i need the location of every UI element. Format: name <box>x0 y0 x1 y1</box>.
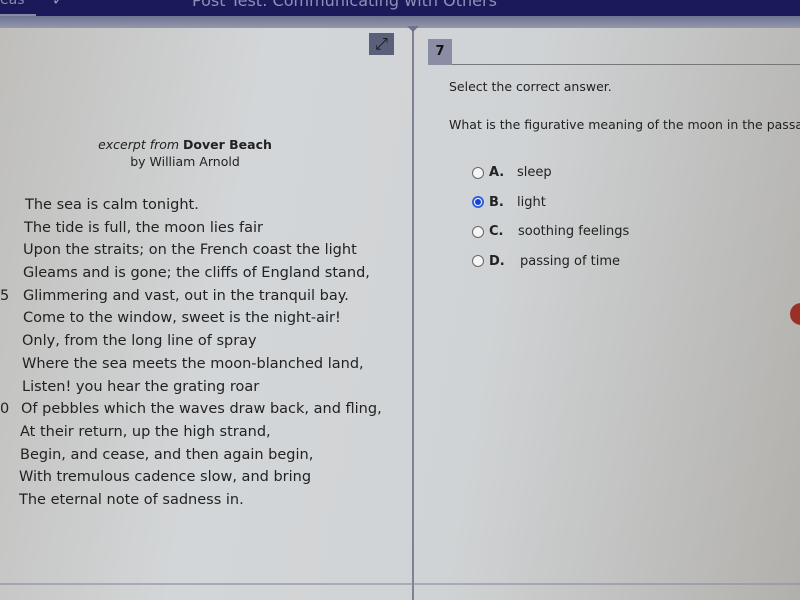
option-text: light <box>517 194 546 210</box>
poem-line-text: Listen! you hear the grating roar <box>22 378 260 395</box>
poem-line-text: At their return, up the high strand, <box>20 423 271 440</box>
question-prompt: What is the figurative meaning of the mo… <box>449 117 800 132</box>
sub-header-bar <box>0 16 800 28</box>
poem-line-text: With tremulous cadence slow, and bring <box>19 469 312 486</box>
poem-line: With tremulous cadence slow, and bring <box>0 469 380 492</box>
poem-line-text: Glimmering and vast, out in the tranquil… <box>23 287 349 304</box>
option-letter: B. <box>489 194 504 210</box>
radio-unselected-icon[interactable] <box>472 255 484 268</box>
poem-line: Where the sea meets the moon-blanched la… <box>0 356 380 379</box>
poem-line-text: Begin, and cease, and then again begin, <box>20 446 314 463</box>
answer-option-a[interactable]: A. sleep <box>472 158 629 188</box>
back-link[interactable]: eas <box>0 0 25 8</box>
answer-option-b[interactable]: B. light <box>472 188 629 218</box>
poem-line-text: The eternal note of sadness in. <box>19 491 244 508</box>
pane-divider[interactable] <box>412 28 414 600</box>
checkmark-icon[interactable]: ✓ <box>52 0 65 9</box>
answer-option-c[interactable]: C. soothing feelings <box>472 217 629 247</box>
radio-unselected-icon[interactable] <box>472 225 484 238</box>
poem-line: The eternal note of sadness in. <box>0 492 380 515</box>
option-letter: A. <box>489 165 505 181</box>
top-navigation-bar: eas ✓ Post Test: Communicating with Othe… <box>0 0 800 16</box>
poem-passage: The sea is calm tonight. The tide is full… <box>0 197 382 515</box>
question-header-rule <box>452 64 800 65</box>
radio-unselected-icon[interactable] <box>472 166 484 179</box>
poem-line: At their return, up the high strand, <box>0 424 380 447</box>
radio-selected-icon[interactable] <box>472 196 484 209</box>
poem-line: Listen! you hear the grating roar <box>0 379 380 402</box>
poem-line-text: Where the sea meets the moon-blanched la… <box>22 355 364 372</box>
passage-byline: by William Arnold <box>130 154 240 169</box>
page-title: Post Test: Communicating with Others <box>192 0 497 10</box>
option-text: sleep <box>517 165 552 181</box>
poem-line-text: Of pebbles which the waves draw back, an… <box>21 401 382 418</box>
poem-line: Gleams and is gone; the cliffs of Englan… <box>0 265 380 288</box>
poem-line: Only, from the long line of spray <box>0 333 380 356</box>
poem-line: The sea is calm tonight. <box>0 197 380 220</box>
poem-line-text: Gleams and is gone; the cliffs of Englan… <box>23 265 370 282</box>
poem-line-text: Upon the straits; on the French coast th… <box>23 242 357 259</box>
poem-line: The tide is full, the moon lies fair <box>0 220 380 243</box>
poem-line: Begin, and cease, and then again begin, <box>0 447 380 470</box>
answer-option-d[interactable]: D. passing of time <box>472 247 629 277</box>
line-number: 0 <box>0 401 10 418</box>
expand-passage-button[interactable]: ⤢ <box>369 33 394 55</box>
option-letter: D. <box>489 253 505 269</box>
option-text: soothing feelings <box>518 224 630 240</box>
divider-notch <box>407 26 419 32</box>
poem-line-text: The sea is calm tonight. <box>25 197 199 213</box>
poem-line-text: The tide is full, the moon lies fair <box>24 219 263 236</box>
poem-line: 5 Glimmering and vast, out in the tranqui… <box>0 288 380 311</box>
poem-line-text: Only, from the long line of spray <box>22 333 257 350</box>
expand-arrows-icon: ⤢ <box>375 34 388 53</box>
question-instruction: Select the correct answer. <box>449 79 612 94</box>
passage-title: Dover Beach <box>183 137 272 152</box>
passage-heading: excerpt from Dover Beach by William Arno… <box>60 136 310 170</box>
screen-bottom-edge <box>0 583 800 585</box>
poem-line: 0 Of pebbles which the waves draw back, a… <box>0 401 382 424</box>
excerpt-prefix: excerpt from <box>98 137 180 152</box>
poem-line: Upon the straits; on the French coast th… <box>0 242 380 265</box>
question-number-badge: 7 <box>428 39 452 65</box>
answer-options: A. sleep B. light C. soothing feelings D. passi… <box>472 158 629 276</box>
poem-line: Come to the window, sweet is the night-a… <box>0 310 380 333</box>
option-letter: C. <box>489 224 504 240</box>
option-text: passing of time <box>520 253 621 269</box>
line-number: 5 <box>0 287 10 304</box>
poem-line-text: Come to the window, sweet is the night-a… <box>23 310 341 327</box>
